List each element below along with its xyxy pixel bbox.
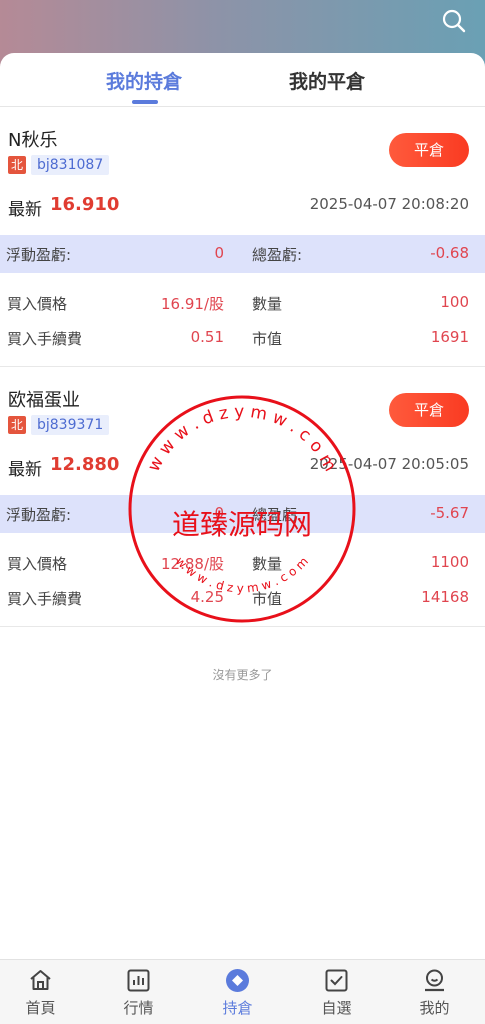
market-value-label: 市值 — [252, 330, 283, 348]
card-divider — [0, 626, 485, 627]
profile-icon — [425, 969, 444, 992]
fee-value: 4.25 — [190, 588, 224, 606]
stock-code: bj839371 — [31, 415, 110, 435]
active-tab-indicator — [132, 100, 158, 104]
open-time: 2025-04-07 20:05:05 — [309, 455, 469, 473]
fee-label: 買入手續費 — [7, 330, 83, 348]
fee-label: 買入手續費 — [7, 590, 83, 608]
quantity-label: 數量 — [252, 295, 283, 313]
position-card: N秋乐 北 bj831087 平倉 最新 16.910 2025-04-07 2… — [0, 108, 485, 366]
pl-row: 浮動盈虧: 0 總盈虧: -0.68 — [0, 235, 485, 273]
tab-my-closed[interactable]: 我的平倉 — [289, 67, 365, 94]
nav-home-label: 首頁 — [25, 999, 56, 1017]
total-pl-label: 總盈虧: — [252, 246, 303, 264]
market-value-value: 14168 — [421, 588, 469, 606]
total-pl-value: -0.68 — [430, 244, 469, 262]
nav-home[interactable]: 首頁 — [0, 960, 89, 1024]
stock-code: bj831087 — [31, 155, 110, 175]
watchlist-icon — [325, 969, 348, 992]
nav-profile-label: 我的 — [419, 999, 450, 1017]
stock-name: N秋乐 — [8, 130, 58, 151]
floating-pl-value: 0 — [214, 504, 224, 522]
nav-market[interactable]: 行情 — [90, 960, 187, 1024]
total-pl-value: -5.67 — [430, 504, 469, 522]
buy-price-label: 買入價格 — [7, 555, 68, 573]
stock-name: 欧福蛋业 — [8, 390, 80, 411]
search-icon — [442, 9, 466, 33]
latest-label: 最新 — [8, 460, 42, 480]
tab-my-holdings[interactable]: 我的持倉 — [106, 67, 182, 94]
exchange-badge: 北 — [8, 416, 26, 434]
home-icon — [30, 970, 51, 990]
holdings-panel: 我的持倉 我的平倉 N秋乐 北 bj831087 平倉 最新 16.910 20… — [0, 53, 485, 959]
floating-pl-label: 浮動盈虧: — [6, 506, 72, 524]
buy-price-value: 16.91/股 — [161, 295, 224, 313]
tab-bar: 我的持倉 我的平倉 — [0, 53, 485, 107]
fee-value: 0.51 — [190, 328, 224, 346]
open-time: 2025-04-07 20:08:20 — [309, 195, 469, 213]
market-value-value: 1691 — [430, 328, 469, 346]
total-pl-label: 總盈虧: — [252, 506, 303, 524]
nav-holdings[interactable]: 持倉 — [189, 960, 286, 1024]
floating-pl-label: 浮動盈虧: — [6, 246, 72, 264]
search-button[interactable] — [441, 8, 467, 34]
buy-price-label: 買入價格 — [7, 295, 68, 313]
bottom-nav: 首頁 行情 持倉 自選 我的 — [0, 959, 485, 1024]
latest-price: 16.910 — [50, 194, 120, 215]
nav-holdings-label: 持倉 — [222, 999, 253, 1017]
buy-price-value: 12.88/股 — [161, 555, 224, 573]
quantity-label: 數量 — [252, 555, 283, 573]
no-more-text: 沒有更多了 — [212, 668, 273, 682]
floating-pl-value: 0 — [214, 244, 224, 262]
quantity-value: 100 — [440, 293, 469, 311]
position-card: 欧福蛋业 北 bj839371 平倉 最新 12.880 2025-04-07 … — [0, 368, 485, 626]
close-position-button[interactable]: 平倉 — [389, 393, 469, 427]
nav-watchlist[interactable]: 自選 — [288, 960, 385, 1024]
holdings-icon — [226, 969, 249, 992]
quantity-value: 1100 — [430, 553, 469, 571]
card-divider — [0, 366, 485, 367]
chart-icon — [127, 969, 150, 992]
market-value-label: 市值 — [252, 590, 283, 608]
pl-row: 浮動盈虧: 0 總盈虧: -5.67 — [0, 495, 485, 533]
close-position-button[interactable]: 平倉 — [389, 133, 469, 167]
latest-label: 最新 — [8, 200, 42, 220]
exchange-badge: 北 — [8, 156, 26, 174]
nav-watchlist-label: 自選 — [321, 999, 352, 1017]
nav-profile[interactable]: 我的 — [386, 960, 483, 1024]
latest-price: 12.880 — [50, 454, 120, 475]
nav-market-label: 行情 — [123, 999, 154, 1017]
